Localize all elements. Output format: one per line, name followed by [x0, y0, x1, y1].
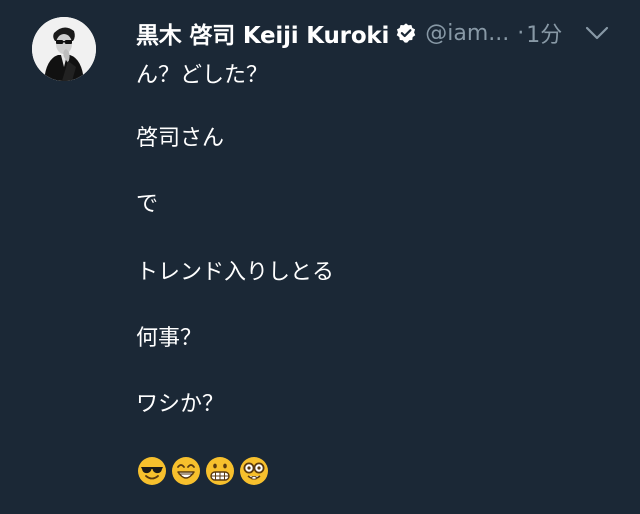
header-separator: ·	[517, 20, 525, 46]
author-display-name[interactable]: 黒木 啓司 Keiji Kuroki	[136, 16, 389, 50]
tweet-text-line: で	[136, 192, 159, 217]
tweet-text-line: ワシか？	[136, 392, 225, 417]
tweet-timestamp[interactable]: 1分	[526, 17, 562, 49]
verified-badge-icon	[395, 22, 417, 44]
grinning-face-with-smiling-eyes-icon	[172, 457, 200, 485]
tweet-text-line: トレンド入りしとる	[136, 260, 335, 285]
chevron-down-icon[interactable]	[584, 24, 610, 42]
avatar[interactable]	[32, 17, 96, 81]
grimacing-face-icon	[206, 457, 234, 485]
emoji-row	[137, 456, 269, 486]
author-handle[interactable]: @iam...	[425, 21, 509, 46]
smiling-face-with-sunglasses-icon	[138, 457, 166, 485]
tweet[interactable]: 黒木 啓司 Keiji Kuroki @iam... · 1分 ん？どした？ 啓…	[0, 0, 640, 514]
nerd-face-icon	[240, 457, 268, 485]
avatar-photo	[32, 17, 96, 81]
tweet-text-line: 啓司さん	[136, 126, 225, 151]
tweet-text-line: 何事？	[136, 326, 203, 351]
tweet-text-line: ん？どした？	[136, 63, 269, 88]
tweet-header: 黒木 啓司 Keiji Kuroki @iam... · 1分	[136, 16, 624, 50]
